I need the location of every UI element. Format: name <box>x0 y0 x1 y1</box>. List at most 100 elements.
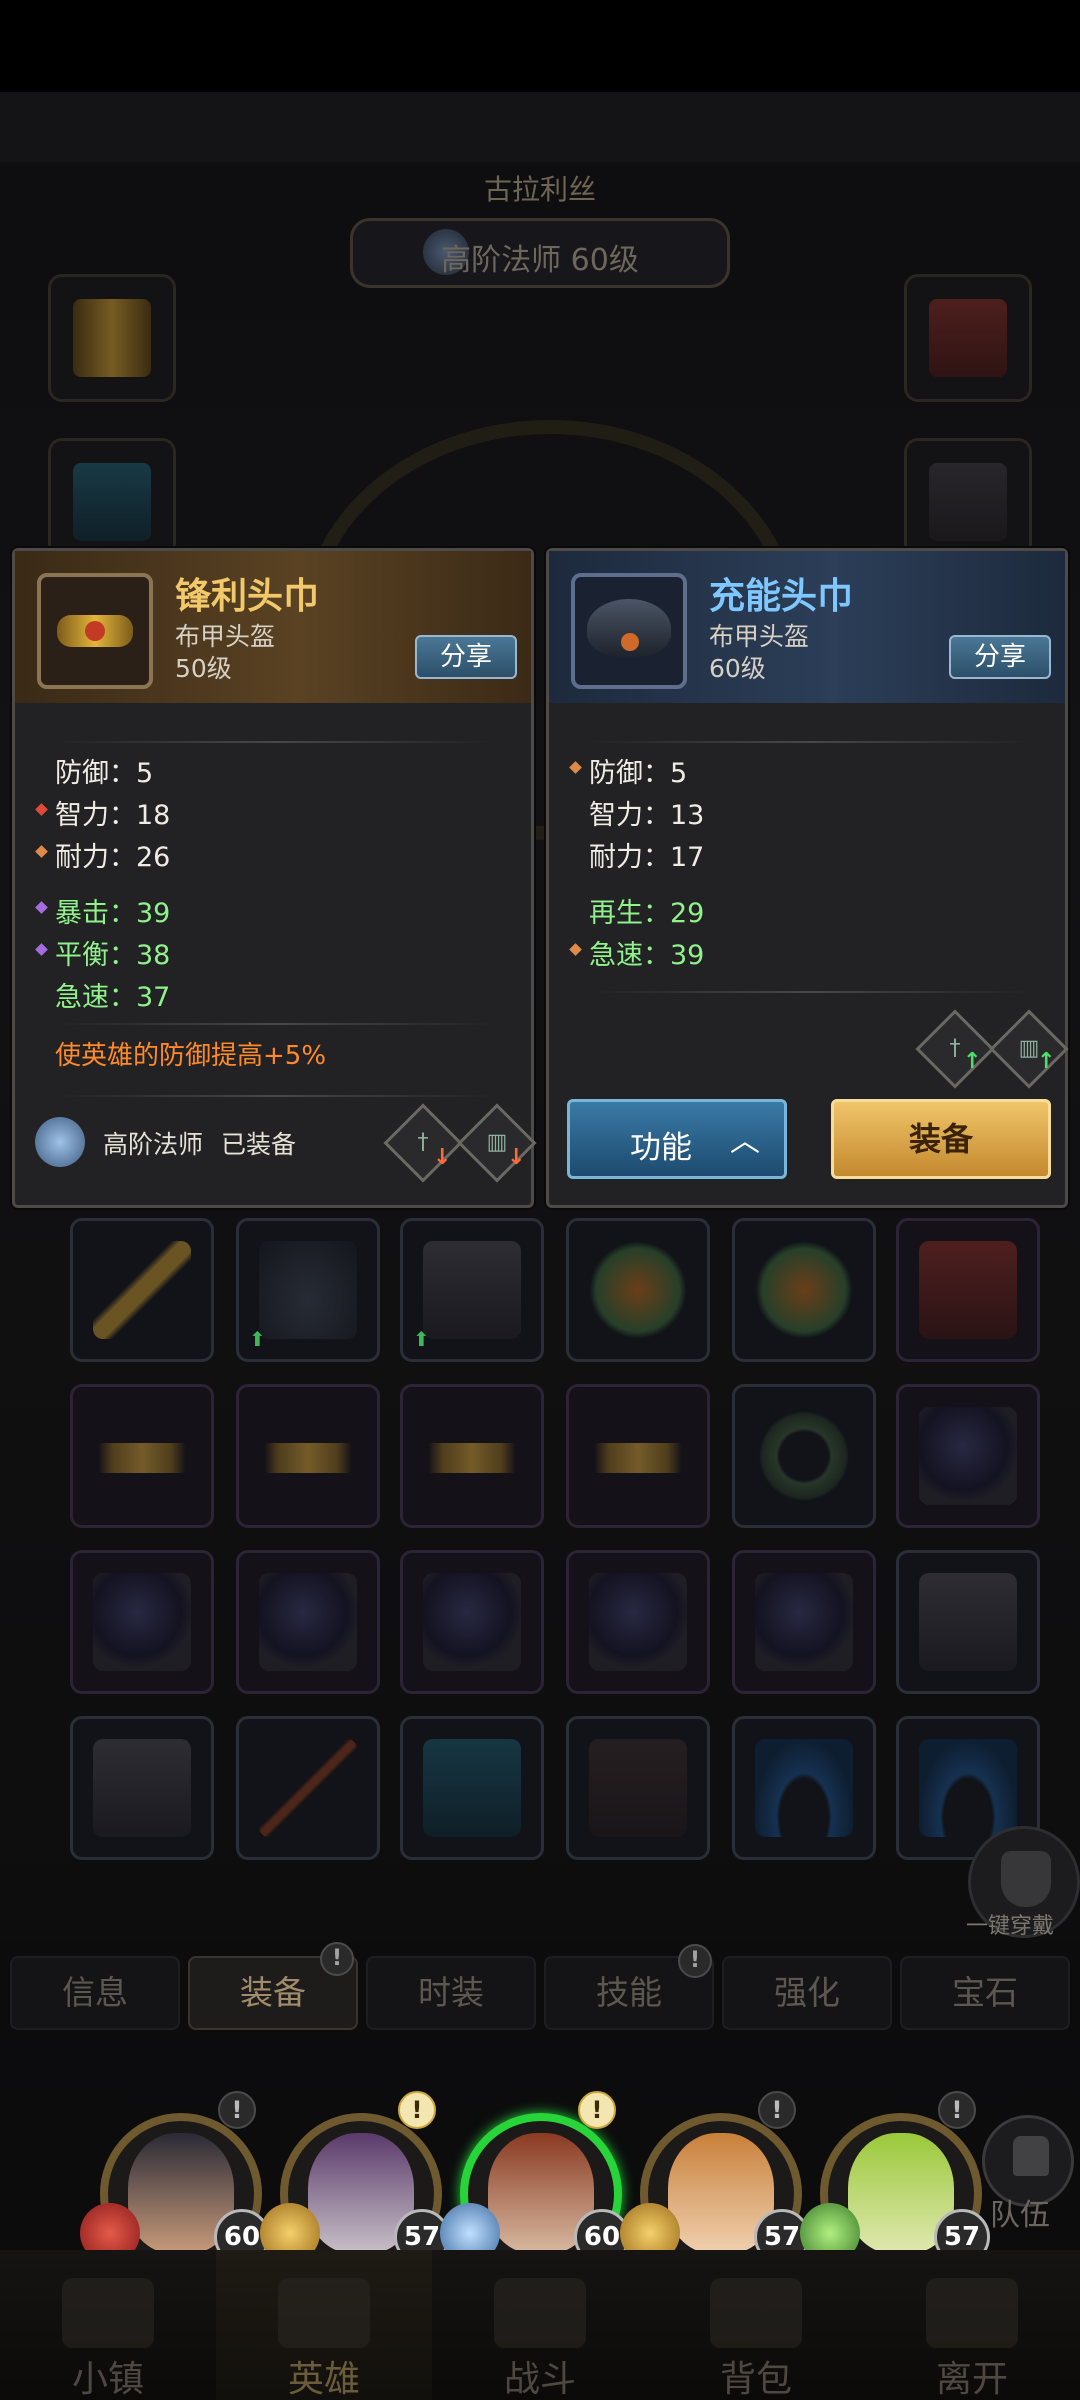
tab-gems[interactable]: 宝石 <box>900 1956 1070 2030</box>
stat-haste: 急速：39 <box>569 933 705 972</box>
inventory-item[interactable] <box>400 1550 544 1694</box>
inventory-item[interactable] <box>732 1716 876 1860</box>
inventory-item[interactable] <box>896 1218 1040 1362</box>
stat-crit: 暴击：39 <box>35 891 170 930</box>
status-bar <box>0 0 1080 92</box>
stat-stamina: 耐力：17 <box>589 842 705 873</box>
chess-icon <box>1013 2136 1049 2176</box>
inventory-item[interactable] <box>70 1384 214 1528</box>
cape-icon <box>929 299 1007 377</box>
ring-icon <box>755 1407 853 1505</box>
tab-info[interactable]: 信息 <box>10 1956 180 2030</box>
orb-ring-icon <box>919 1407 1017 1505</box>
hat-icon <box>259 1241 357 1339</box>
hero-class-level: 高阶法师 60级 <box>441 243 639 278</box>
mage-class-icon <box>35 1117 85 1167</box>
inventory-item[interactable] <box>70 1218 214 1362</box>
inventory-item[interactable] <box>732 1550 876 1694</box>
equip-slot-weapon[interactable] <box>48 438 176 566</box>
headband-icon <box>259 1443 357 1473</box>
nav-heroes[interactable]: 英雄 <box>216 2250 432 2400</box>
inventory-item[interactable] <box>70 1716 214 1860</box>
inventory-item[interactable]: ⬆ <box>400 1218 544 1362</box>
stat-intellect: 智力：13 <box>589 800 705 831</box>
hood-icon <box>755 1739 853 1837</box>
inventory-item[interactable] <box>236 1384 380 1528</box>
inventory-item[interactable] <box>732 1384 876 1528</box>
item-icon <box>571 573 687 689</box>
arrow-up-icon: ↑ <box>1037 1049 1056 1074</box>
item-type: 布甲头盔 <box>709 622 810 651</box>
tab-alert-badge: ! <box>678 1944 712 1978</box>
nav-town[interactable]: 小镇 <box>0 2250 216 2400</box>
tab-alert-badge: ! <box>320 1942 354 1976</box>
inventory-item[interactable] <box>566 1716 710 1860</box>
alert-icon: ! <box>398 2091 436 2129</box>
inventory-item[interactable] <box>896 1550 1040 1694</box>
feather-staff-icon <box>423 1739 521 1837</box>
nav-bag[interactable]: 背包 <box>648 2250 864 2400</box>
inventory-item[interactable] <box>566 1550 710 1694</box>
stat-text: 急速：39 <box>589 940 705 971</box>
equip-slot-cape[interactable] <box>904 274 1032 402</box>
inventory-item[interactable] <box>400 1384 544 1528</box>
function-button[interactable]: 功能 ︿ <box>567 1099 787 1179</box>
hood-icon <box>919 1739 1017 1837</box>
alert-icon: ! <box>218 2091 256 2129</box>
bottom-nav: 小镇 英雄 战斗 背包 离开 <box>0 2250 1080 2400</box>
nav-label: 小镇 <box>71 2359 144 2400</box>
stat-text: 智力：18 <box>55 800 171 831</box>
equip-slot-head[interactable] <box>48 274 176 402</box>
feather-charm-icon <box>589 1241 687 1339</box>
armor-compare-icon: ▥ <box>457 1103 537 1183</box>
chevron-up-icon: ︿ <box>730 1124 760 1159</box>
inventory-item[interactable]: ⬆ <box>236 1218 380 1362</box>
stat-text: 耐力：26 <box>55 842 171 873</box>
stat-marker <box>569 761 582 774</box>
header-band <box>0 92 1080 162</box>
tab-fashion[interactable]: 时装 <box>366 1956 536 2030</box>
equip-button[interactable]: 装备 <box>831 1099 1051 1179</box>
inventory-item[interactable] <box>236 1716 380 1860</box>
share-button[interactable]: 分享 <box>949 635 1051 679</box>
stat-balance: 平衡：38 <box>35 933 170 972</box>
share-button[interactable]: 分享 <box>415 635 517 679</box>
nav-leave[interactable]: 离开 <box>864 2250 1080 2400</box>
inventory-item[interactable] <box>732 1218 876 1362</box>
nav-label: 英雄 <box>287 2359 360 2400</box>
current-item-card: 锋利头巾 布甲头盔 50级 分享 防御：5 智力：18 耐力：26 暴击：39 … <box>12 548 537 1208</box>
upgrade-arrow-icon: ⬆ <box>413 1327 430 1351</box>
hero-name: 古拉利丝 <box>483 173 596 206</box>
nav-battle[interactable]: 战斗 <box>432 2250 648 2400</box>
arrow-down-icon: ↓ <box>507 1145 526 1170</box>
inventory-item[interactable] <box>566 1218 710 1362</box>
stat-haste: 急速：37 <box>55 982 171 1013</box>
equipped-class: 高阶法师 <box>103 1130 204 1159</box>
spear-icon <box>259 1739 357 1837</box>
hero-equipment-screen: 古拉利丝 高阶法师 60级 锋利头巾 布甲头盔 50级 分享 防御：5 智力：1… <box>0 0 1080 2400</box>
item-effect: 使英雄的防御提高+5% <box>55 1041 327 1071</box>
card-header: 锋利头巾 布甲头盔 50级 分享 <box>15 551 531 703</box>
team-label: 队伍 <box>990 2198 1050 2233</box>
stat-text: 防御：5 <box>589 758 688 789</box>
orb-ring-icon <box>93 1573 191 1671</box>
staff-icon <box>93 1241 191 1339</box>
backpack-icon <box>710 2278 802 2348</box>
headband-icon <box>589 1443 687 1473</box>
pants-icon <box>423 1241 521 1339</box>
inventory-item[interactable] <box>70 1550 214 1694</box>
nav-label: 战斗 <box>503 2359 576 2400</box>
attack-compare-icon: † <box>915 1009 995 1089</box>
tab-enhance[interactable]: 强化 <box>722 1956 892 2030</box>
inventory-item[interactable] <box>236 1550 380 1694</box>
inventory-item[interactable] <box>896 1384 1040 1528</box>
hat-icon <box>587 599 671 657</box>
stat-marker <box>35 803 48 816</box>
stat-marker <box>35 943 48 956</box>
inventory-item[interactable] <box>400 1716 544 1860</box>
equip-slot-pants[interactable] <box>904 438 1032 566</box>
pants-icon <box>919 1573 1017 1671</box>
hero-tabs: 信息 装备 ! 时装 技能 ! 强化 宝石 <box>0 1942 1080 2042</box>
inventory-item[interactable] <box>566 1384 710 1528</box>
stat-marker <box>35 901 48 914</box>
